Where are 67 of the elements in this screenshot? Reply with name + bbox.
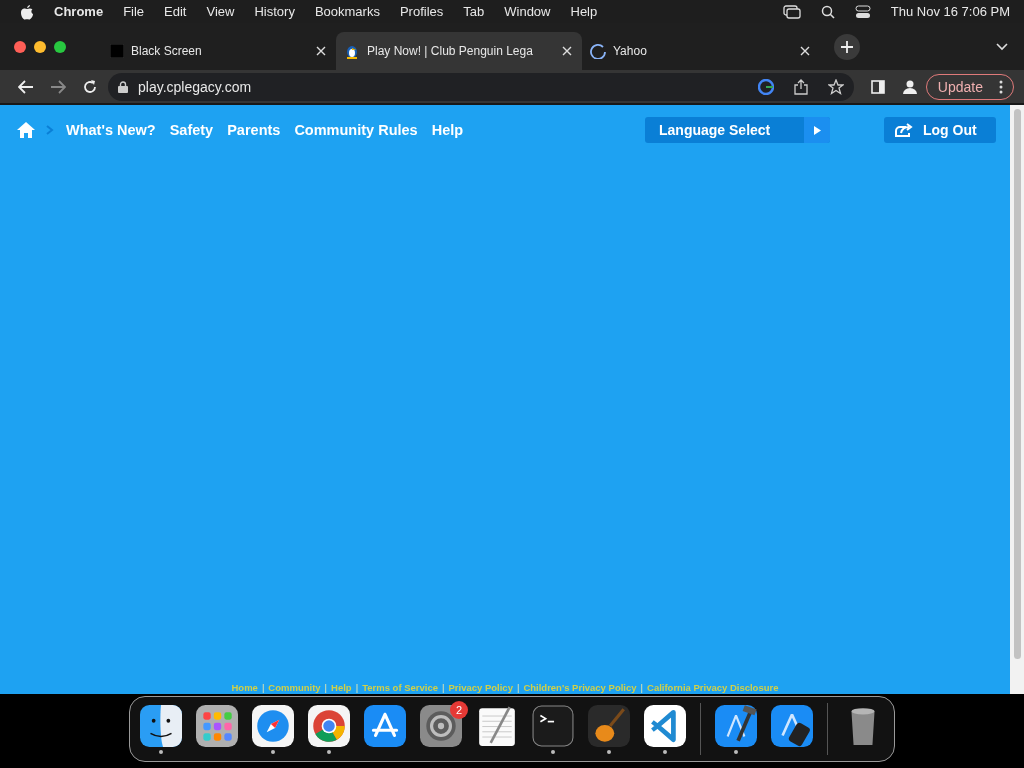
toggles-icon[interactable] [854, 4, 871, 19]
close-icon[interactable] [316, 46, 326, 56]
language-select-button[interactable]: Language Select [645, 117, 830, 143]
play-icon [813, 125, 821, 135]
app-menu[interactable]: Chrome [54, 4, 104, 19]
log-out-button[interactable]: Log Out [884, 117, 996, 143]
clock[interactable]: Thu Nov 16 7:06 PM [890, 4, 1010, 19]
menu-item[interactable]: Bookmarks [314, 4, 380, 19]
grid-icon[interactable] [196, 704, 238, 747]
menu-item[interactable]: Help [570, 4, 598, 19]
separator: | [640, 682, 643, 693]
side-panel-icon [870, 79, 885, 94]
chevron-down-icon[interactable] [996, 42, 1008, 51]
separator: | [516, 682, 520, 693]
window-minimize-button[interactable] [34, 40, 46, 53]
browser-tab[interactable]: Play Now! | Club Penguin Lega [336, 32, 582, 70]
app-store-icon[interactable] [771, 704, 813, 747]
separator: | [261, 682, 265, 693]
separator: | [355, 682, 359, 693]
loading-icon [590, 43, 606, 59]
app-store-icon[interactable] [364, 704, 406, 747]
arrow-right-icon [50, 79, 66, 94]
browser-tab[interactable]: Black Screen [102, 32, 336, 70]
share-icon[interactable] [793, 78, 808, 95]
apple-icon[interactable] [20, 3, 34, 20]
browser-tab[interactable]: Yahoo [582, 32, 820, 70]
hammer-icon[interactable] [715, 704, 757, 747]
close-icon[interactable] [800, 46, 810, 56]
notification-badge: 2 [450, 700, 468, 719]
notepad-icon[interactable] [476, 704, 518, 747]
address-bar[interactable]: play.cplegacy.com [108, 72, 854, 101]
code-editor-icon[interactable] [644, 704, 686, 747]
reload-icon [82, 78, 98, 95]
lock-icon [118, 80, 128, 93]
menu-item[interactable]: History [254, 4, 295, 19]
plus-icon [841, 40, 853, 53]
close-icon[interactable] [562, 46, 572, 56]
menu-item[interactable]: Tab [463, 4, 485, 19]
person-icon [902, 79, 917, 94]
terminal-icon[interactable] [532, 704, 574, 747]
star-icon[interactable] [827, 78, 844, 95]
scrollbar[interactable] [1010, 105, 1024, 694]
menu-item[interactable]: Window [504, 4, 551, 19]
guitar-icon[interactable] [588, 704, 630, 747]
search-icon[interactable] [820, 4, 835, 19]
menu-item[interactable]: View [206, 4, 235, 19]
separator: | [442, 682, 445, 693]
exit-icon [894, 122, 914, 138]
chevron-right-icon [46, 125, 54, 135]
new-tab-button[interactable] [834, 33, 860, 60]
separator: | [324, 682, 328, 693]
penguin-icon [344, 43, 360, 59]
menu-item[interactable]: Edit [164, 4, 187, 19]
arrow-left-icon [18, 79, 34, 94]
face-icon[interactable] [140, 704, 182, 747]
gear-icon[interactable] [420, 704, 462, 747]
window-zoom-button[interactable] [54, 40, 66, 53]
menu-item[interactable]: Profiles [399, 4, 444, 19]
more-icon[interactable] [999, 79, 1003, 94]
window-close-button[interactable] [14, 40, 26, 53]
compass-icon[interactable] [252, 704, 294, 747]
chrome-icon[interactable] [308, 704, 350, 747]
menu-item[interactable]: File [123, 4, 145, 19]
scrollbar-thumb[interactable] [1014, 109, 1021, 659]
windows-icon[interactable] [782, 4, 801, 19]
google-icon[interactable] [757, 78, 774, 95]
home-icon[interactable] [16, 121, 36, 139]
